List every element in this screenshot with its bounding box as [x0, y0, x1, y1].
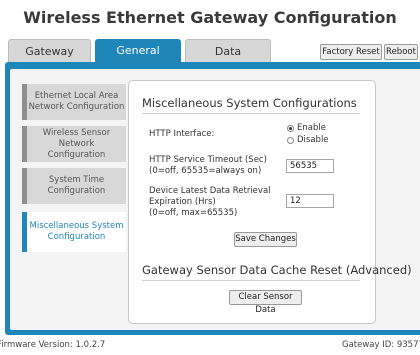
retrieval-label-line: Device Latest Data Retrieval — [149, 186, 271, 196]
sidebar-item-label: Configuration — [47, 149, 106, 160]
section-divider — [142, 280, 360, 281]
page-title: Wireless Ethernet Gateway Configuration — [23, 8, 397, 27]
radio-label: Enable — [297, 123, 326, 133]
tab-gateway-status[interactable]: Gateway Status — [8, 39, 91, 82]
save-changes-button[interactable]: Save Changes — [234, 232, 297, 247]
retrieval-label-line: (0=off, max=65535) — [149, 208, 238, 218]
sidebar-item-label: Ethernet Local Area — [34, 91, 119, 101]
sidebar-item-system-time[interactable]: System Time Configuration — [22, 168, 126, 204]
sidebar-item-miscellaneous[interactable]: Miscellaneous System Configuration — [22, 212, 126, 252]
gateway-id: Gateway ID: 935772 — [342, 340, 420, 350]
http-interface-label: HTTP Interface: — [149, 129, 215, 139]
retrieval-label-line: Expiration (Hrs) — [149, 197, 216, 207]
sidebar-item-label: Miscellaneous System — [29, 221, 124, 231]
section-divider — [142, 113, 360, 114]
sidebar-item-ethernet-lan[interactable]: Ethernet Local Area Network Configuratio… — [22, 84, 126, 120]
tab-data-interfaces[interactable]: Data Interfaces — [185, 39, 271, 82]
http-enable-radio[interactable]: Enable — [287, 123, 326, 133]
cache-section-title: Gateway Sensor Data Cache Reset (Advance… — [142, 263, 412, 277]
retrieval-label: Device Latest Data Retrieval Expiration … — [149, 186, 271, 219]
tab-general-options[interactable]: General Options — [95, 39, 181, 81]
timeout-label: HTTP Service Timeout (Sec) (0=off, 65535… — [149, 155, 267, 177]
sidebar-item-label: Configuration — [47, 232, 106, 242]
timeout-input[interactable]: 56535 — [286, 159, 334, 173]
sidebar-item-label: Configuration — [47, 186, 106, 196]
timeout-label-line: HTTP Service Timeout (Sec) — [149, 155, 267, 165]
radio-label: Disable — [297, 135, 329, 145]
factory-reset-button[interactable]: Factory Reset — [320, 44, 382, 60]
sidebar-item-wireless-sensor-network[interactable]: Wireless Sensor Network Configuration — [22, 126, 126, 162]
http-disable-radio[interactable]: Disable — [287, 135, 329, 145]
sidebar-item-label: Network Configuration — [28, 102, 125, 112]
sidebar-item-label: System Time — [48, 175, 105, 185]
clear-sensor-data-button[interactable]: Clear Sensor Data — [229, 290, 302, 315]
misc-section-title: Miscellaneous System Configurations — [142, 96, 357, 110]
radio-unselected-icon — [287, 136, 294, 144]
retrieval-input[interactable]: 12 — [286, 194, 334, 208]
radio-selected-icon — [287, 124, 294, 132]
reboot-button[interactable]: Reboot — [384, 44, 418, 60]
timeout-label-line: (0=off, 65535=always on) — [149, 166, 262, 176]
sidebar-item-label: Wireless Sensor Network — [42, 127, 111, 149]
firmware-version: Firmware Version: 1.0.2.7 — [0, 340, 106, 350]
